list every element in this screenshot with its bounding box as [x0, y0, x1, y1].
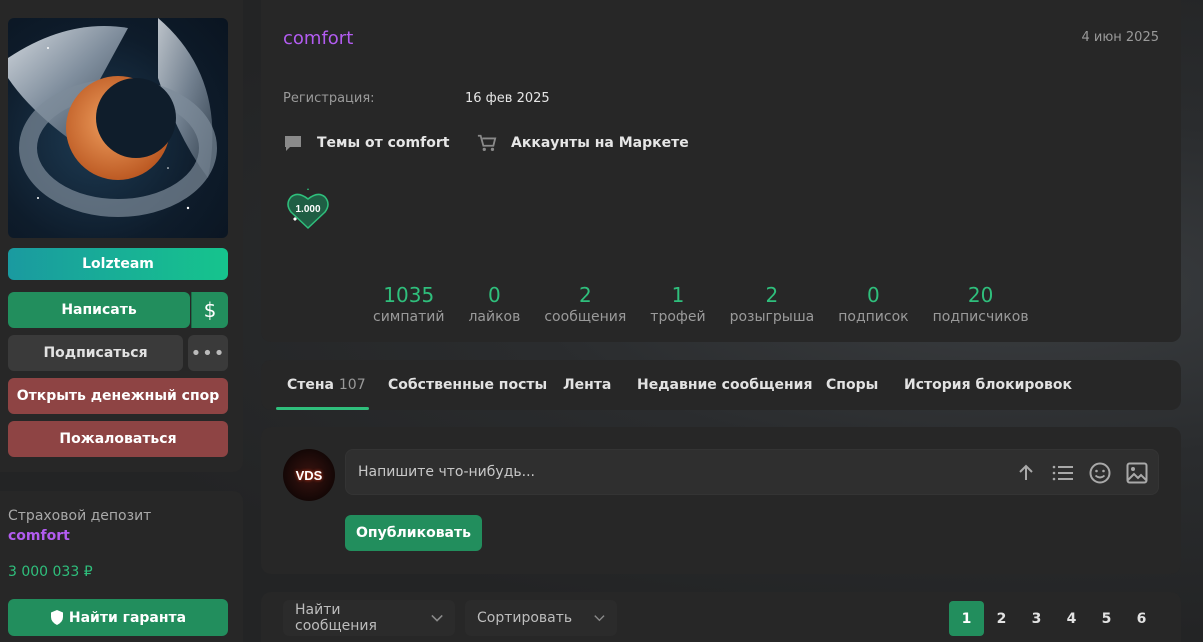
stat-label: подписок	[838, 309, 909, 325]
current-user-avatar[interactable]: VDS	[283, 449, 335, 501]
input-toolbar	[1014, 461, 1148, 484]
page-2[interactable]: 2	[984, 601, 1019, 636]
image-icon[interactable]	[1125, 461, 1148, 484]
stat-label: розыгрыша	[729, 309, 815, 325]
profile-date: 4 июн 2025	[1081, 30, 1159, 45]
page-4[interactable]: 4	[1054, 601, 1089, 636]
more-options-button[interactable]: •••	[188, 335, 228, 371]
stat-likes[interactable]: 0 лайков	[456, 284, 532, 325]
wall-post-input[interactable]: Напишите что-нибудь...	[345, 449, 1159, 495]
stat-value: 0	[488, 283, 501, 307]
stat-trophies[interactable]: 1 трофей	[638, 284, 717, 325]
market-link[interactable]: Аккаунты на Маркете	[477, 133, 689, 153]
subscribe-button[interactable]: Подписаться	[8, 335, 183, 371]
messages-filter-bar: Найти сообщения Сортировать 1 2 3 4 5 6	[261, 592, 1181, 642]
report-button[interactable]: Пожаловаться	[8, 421, 228, 457]
profile-card: comfort 4 июн 2025 Регистрация: 16 фев 2…	[261, 0, 1181, 342]
tab-ban-history[interactable]: История блокировок	[904, 377, 1072, 393]
page-6[interactable]: 6	[1124, 601, 1159, 636]
deposit-amount: 3 000 033 ₽	[8, 564, 93, 580]
stat-sympathies[interactable]: 1035 симпатий	[361, 284, 456, 325]
find-messages-label: Найти сообщения	[295, 602, 377, 634]
stat-value: 2	[578, 283, 592, 307]
chat-bubble-icon	[283, 133, 303, 153]
stat-followers[interactable]: 20 подписчиков	[921, 284, 1041, 325]
chevron-down-icon	[594, 615, 605, 622]
page-5[interactable]: 5	[1089, 601, 1124, 636]
publish-button[interactable]: Опубликовать	[345, 515, 482, 551]
stat-label: лайков	[468, 309, 521, 325]
sort-dropdown[interactable]: Сортировать	[465, 600, 617, 636]
dollar-button[interactable]: $	[191, 292, 228, 328]
cart-icon	[477, 133, 497, 153]
find-messages-dropdown[interactable]: Найти сообщения	[283, 600, 455, 636]
deposit-username[interactable]: comfort	[8, 528, 70, 544]
trophy-badge-text: 1.000	[295, 204, 320, 215]
market-link-label: Аккаунты на Маркете	[511, 135, 689, 151]
stat-value: 1035	[383, 283, 435, 307]
stat-label: подписчиков	[932, 309, 1029, 325]
profile-tabs: Стена 107 Собственные посты Лента Недавн…	[261, 360, 1181, 410]
stat-label: симпатий	[373, 309, 445, 325]
tab-wall-label: Стена	[287, 377, 335, 393]
smiley-icon[interactable]	[1088, 461, 1111, 484]
stat-giveaways[interactable]: 2 розыгрыша	[718, 284, 827, 325]
find-guarantor-button[interactable]: Найти гаранта	[8, 599, 228, 636]
chevron-down-icon	[431, 614, 443, 622]
registration-value: 16 фев 2025	[465, 91, 550, 106]
stat-value: 2	[765, 283, 779, 307]
page-1[interactable]: 1	[949, 601, 984, 636]
write-message-button[interactable]: Написать	[8, 292, 190, 328]
stat-messages[interactable]: 2 сообщения	[532, 284, 638, 325]
stat-value: 20	[967, 283, 994, 307]
tab-own-posts[interactable]: Собственные посты	[388, 377, 547, 393]
stat-value: 1	[671, 283, 685, 307]
tab-wall-count: 107	[338, 377, 366, 393]
tab-recent-messages[interactable]: Недавние сообщения	[637, 377, 812, 393]
page-3[interactable]: 3	[1019, 601, 1054, 636]
stat-label: сообщения	[544, 309, 627, 325]
profile-username[interactable]: comfort	[283, 28, 353, 49]
profile-sidebar-card: Lolzteam Написать $ Подписаться ••• Откр…	[0, 0, 243, 472]
avatar[interactable]	[8, 18, 228, 238]
registration-label: Регистрация:	[283, 91, 375, 106]
avatar-art	[8, 18, 217, 217]
stat-subscriptions[interactable]: 0 подписок	[826, 284, 920, 325]
profile-stats: 1035 симпатий 0 лайков 2 сообщения 1 тро…	[361, 284, 1041, 325]
shield-icon	[50, 610, 63, 625]
tab-disputes[interactable]: Споры	[826, 377, 878, 393]
deposit-title: Страховой депозит	[8, 508, 152, 524]
open-dispute-button[interactable]: Открыть денежный спор	[8, 378, 228, 414]
topics-link[interactable]: Темы от comfort	[283, 133, 449, 153]
tab-wall[interactable]: Стена 107	[287, 377, 366, 393]
topics-link-label: Темы от comfort	[317, 135, 450, 151]
list-icon[interactable]	[1051, 461, 1074, 484]
arrow-up-icon[interactable]	[1014, 461, 1037, 484]
pagination: 1 2 3 4 5 6	[949, 601, 1159, 636]
deposit-card: Страховой депозит comfort 3 000 033 ₽ На…	[0, 491, 243, 642]
find-guarantor-label: Найти гаранта	[68, 609, 187, 626]
tab-feed[interactable]: Лента	[563, 377, 611, 393]
active-tab-indicator	[276, 407, 369, 410]
sort-label: Сортировать	[477, 610, 573, 626]
trophy-badge-icon[interactable]: 1.000	[285, 186, 331, 232]
lolzteam-button[interactable]: Lolzteam	[8, 248, 228, 280]
current-user-avatar-text: VDS	[295, 467, 323, 483]
post-composer: VDS Напишите что-нибудь... Опубликовать	[261, 427, 1181, 574]
stat-value: 0	[867, 283, 880, 307]
stat-label: трофей	[650, 309, 706, 325]
wall-post-placeholder: Напишите что-нибудь...	[358, 464, 535, 480]
